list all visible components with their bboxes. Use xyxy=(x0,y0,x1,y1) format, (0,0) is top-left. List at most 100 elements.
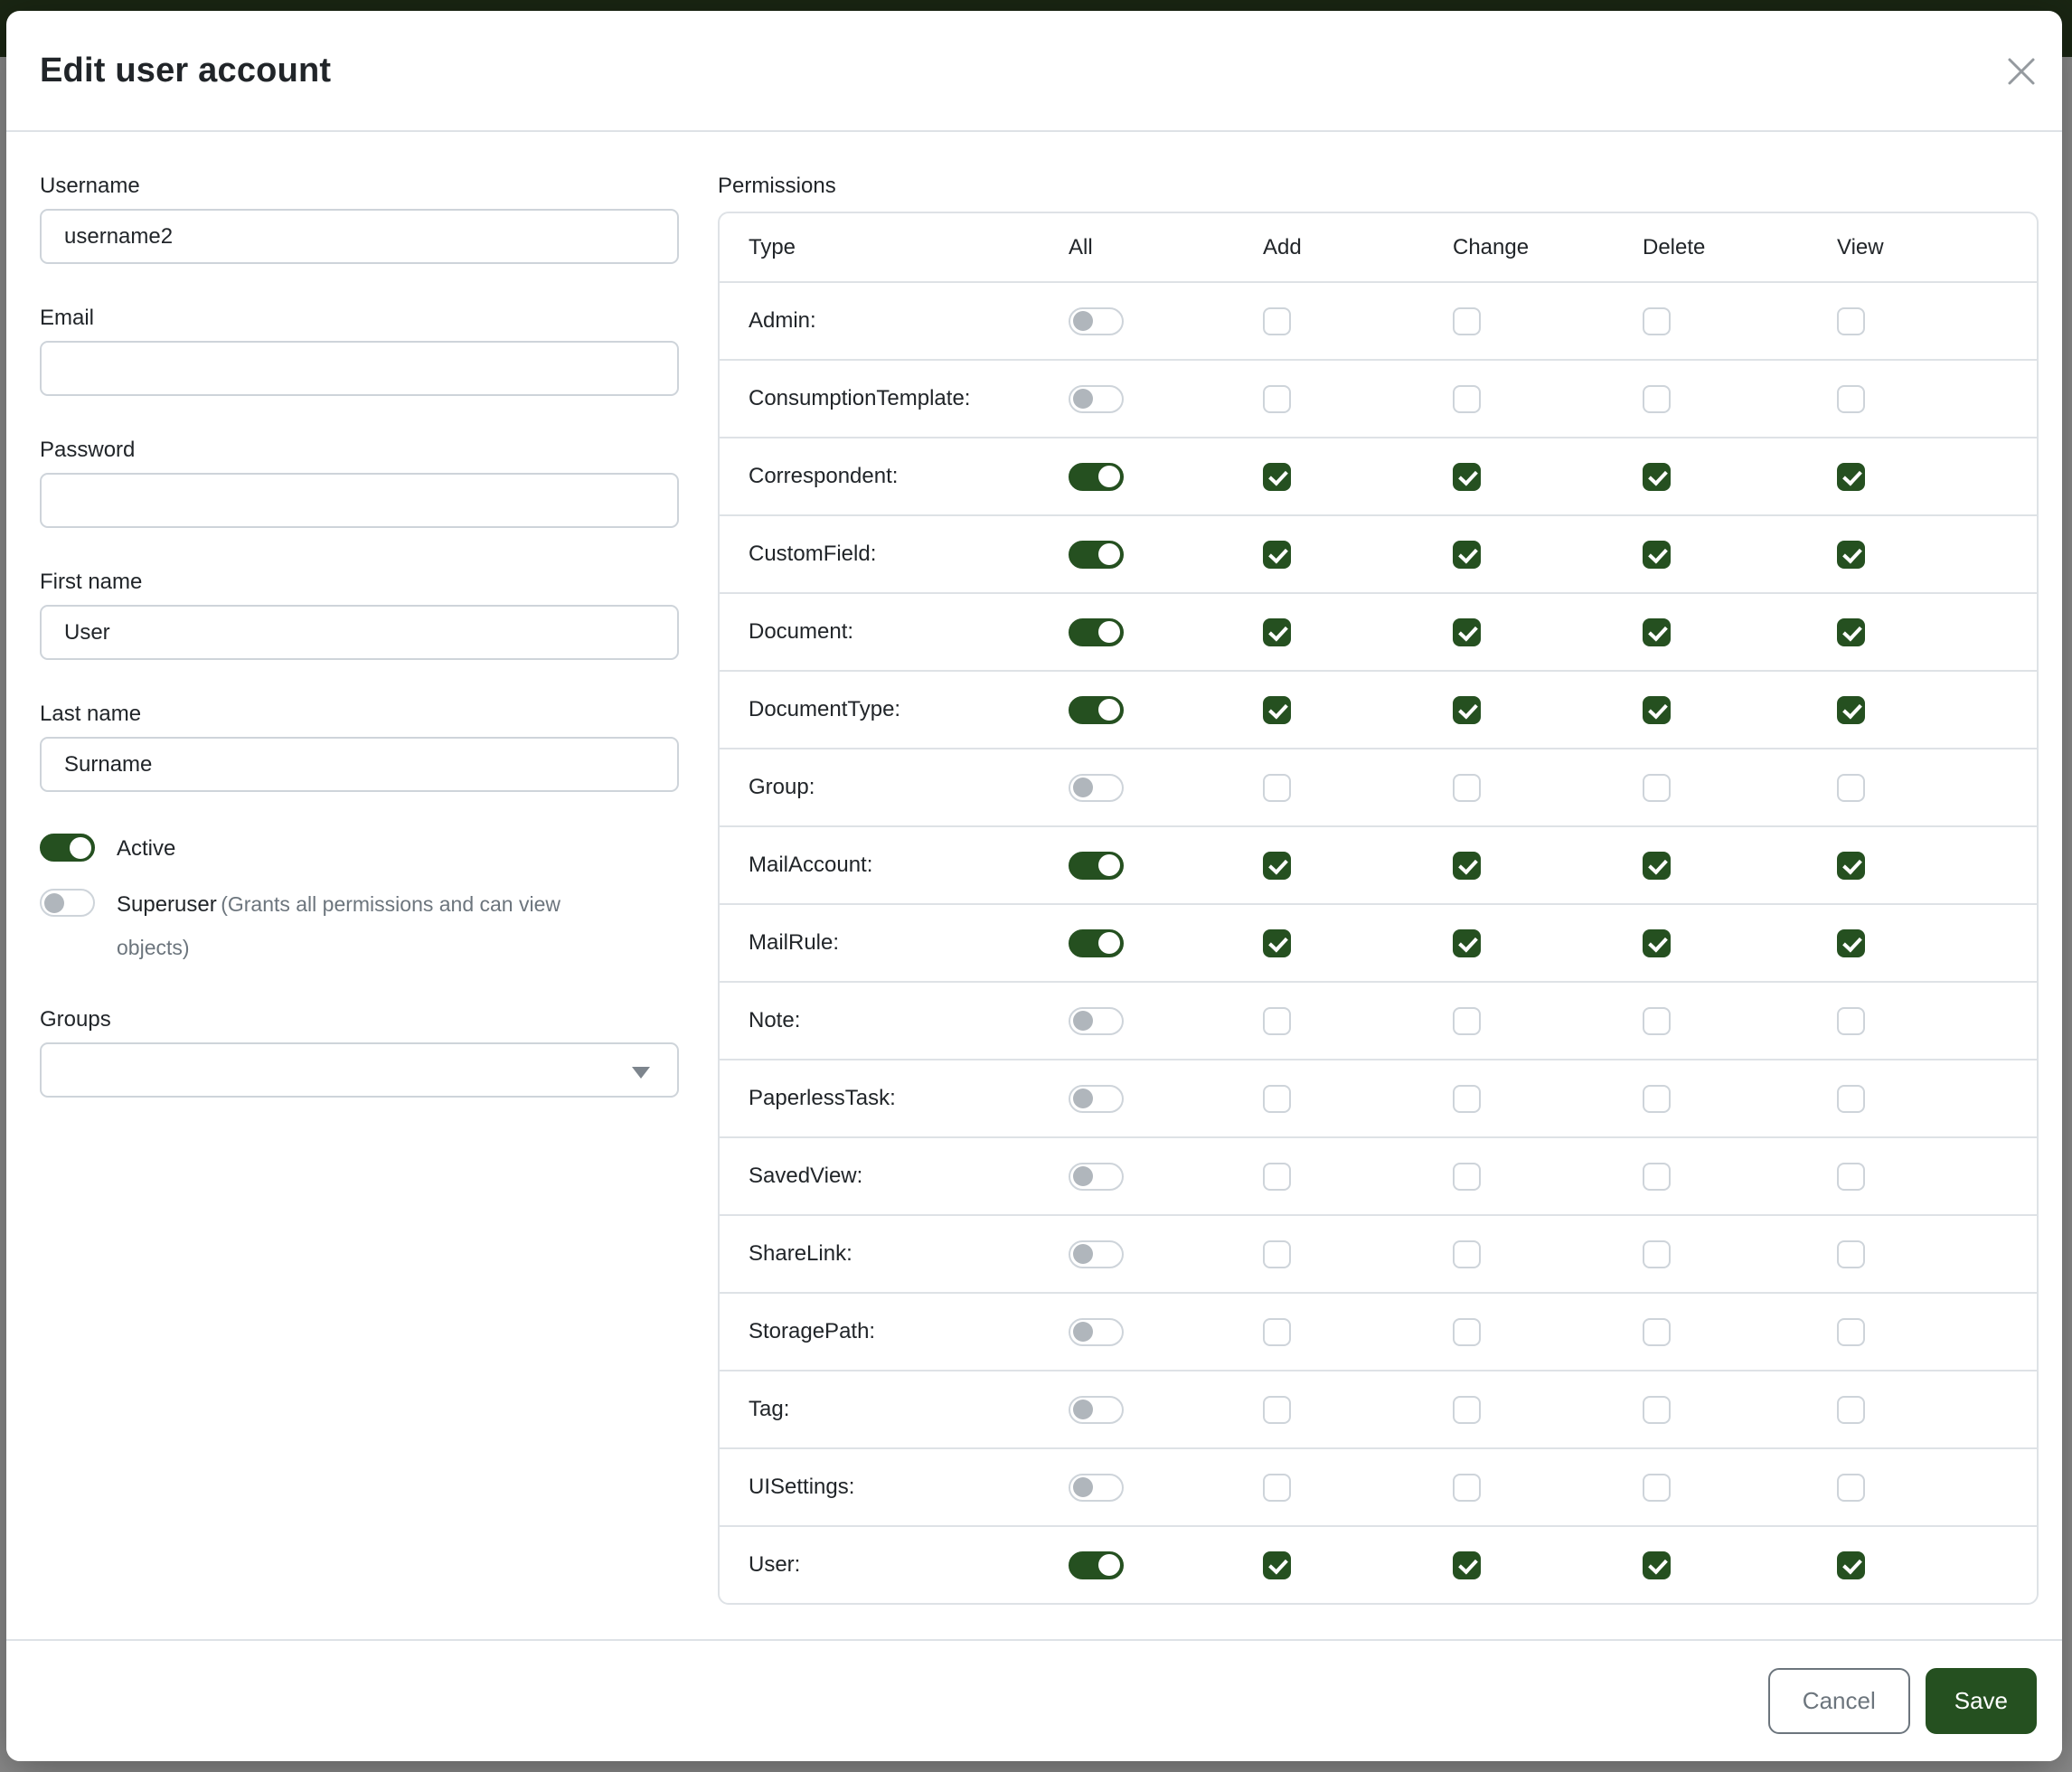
all-toggle[interactable] xyxy=(1069,696,1124,724)
view-checkbox[interactable] xyxy=(1837,307,1865,335)
all-toggle[interactable] xyxy=(1069,1318,1124,1346)
add-checkbox[interactable] xyxy=(1263,1318,1291,1346)
change-checkbox[interactable] xyxy=(1453,1551,1481,1579)
email-field[interactable] xyxy=(40,341,679,396)
delete-checkbox[interactable] xyxy=(1643,618,1671,646)
change-checkbox[interactable] xyxy=(1453,1396,1481,1424)
add-checkbox[interactable] xyxy=(1263,1007,1291,1035)
all-toggle[interactable] xyxy=(1069,929,1124,957)
add-checkbox[interactable] xyxy=(1263,1240,1291,1268)
active-toggle[interactable] xyxy=(40,834,95,862)
delete-checkbox[interactable] xyxy=(1643,385,1671,413)
add-checkbox[interactable] xyxy=(1263,385,1291,413)
all-toggle[interactable] xyxy=(1069,1551,1124,1579)
save-button[interactable]: Save xyxy=(1926,1668,2037,1734)
all-toggle[interactable] xyxy=(1069,307,1124,335)
delete-checkbox[interactable] xyxy=(1643,929,1671,957)
permission-row: MailAccount: xyxy=(720,825,2037,903)
view-checkbox[interactable] xyxy=(1837,929,1865,957)
add-checkbox[interactable] xyxy=(1263,1163,1291,1191)
change-checkbox[interactable] xyxy=(1453,1007,1481,1035)
change-checkbox[interactable] xyxy=(1453,1474,1481,1502)
change-checkbox[interactable] xyxy=(1453,385,1481,413)
email-label: Email xyxy=(40,306,679,331)
password-field[interactable] xyxy=(40,473,679,528)
all-toggle[interactable] xyxy=(1069,618,1124,646)
view-checkbox[interactable] xyxy=(1837,385,1865,413)
add-checkbox[interactable] xyxy=(1263,1474,1291,1502)
view-checkbox[interactable] xyxy=(1837,774,1865,802)
delete-checkbox[interactable] xyxy=(1643,1318,1671,1346)
first-name-field[interactable] xyxy=(40,605,679,660)
add-checkbox[interactable] xyxy=(1263,463,1291,491)
view-checkbox[interactable] xyxy=(1837,1240,1865,1268)
superuser-toggle[interactable] xyxy=(40,889,95,917)
all-toggle[interactable] xyxy=(1069,1474,1124,1502)
delete-checkbox[interactable] xyxy=(1643,696,1671,724)
change-checkbox[interactable] xyxy=(1453,307,1481,335)
delete-checkbox[interactable] xyxy=(1643,1474,1671,1502)
cancel-button[interactable]: Cancel xyxy=(1768,1668,1910,1734)
delete-checkbox[interactable] xyxy=(1643,1085,1671,1113)
view-checkbox[interactable] xyxy=(1837,1007,1865,1035)
add-checkbox[interactable] xyxy=(1263,852,1291,880)
view-checkbox[interactable] xyxy=(1837,618,1865,646)
all-toggle[interactable] xyxy=(1069,774,1124,802)
toggle-knob xyxy=(1073,389,1093,409)
delete-checkbox[interactable] xyxy=(1643,541,1671,569)
view-checkbox[interactable] xyxy=(1837,1551,1865,1579)
delete-checkbox[interactable] xyxy=(1643,1396,1671,1424)
add-checkbox[interactable] xyxy=(1263,1085,1291,1113)
delete-checkbox[interactable] xyxy=(1643,1163,1671,1191)
all-toggle[interactable] xyxy=(1069,852,1124,880)
view-checkbox[interactable] xyxy=(1837,1163,1865,1191)
delete-checkbox[interactable] xyxy=(1643,1007,1671,1035)
permissions-table-body: Admin:ConsumptionTemplate:Correspondent:… xyxy=(720,281,2037,1603)
username-input[interactable] xyxy=(40,209,679,264)
add-checkbox[interactable] xyxy=(1263,618,1291,646)
delete-checkbox[interactable] xyxy=(1643,463,1671,491)
delete-checkbox[interactable] xyxy=(1643,1551,1671,1579)
delete-checkbox[interactable] xyxy=(1643,1240,1671,1268)
add-checkbox[interactable] xyxy=(1263,541,1291,569)
change-checkbox[interactable] xyxy=(1453,1318,1481,1346)
change-checkbox[interactable] xyxy=(1453,852,1481,880)
delete-checkbox[interactable] xyxy=(1643,774,1671,802)
add-checkbox[interactable] xyxy=(1263,929,1291,957)
change-checkbox[interactable] xyxy=(1453,618,1481,646)
view-checkbox[interactable] xyxy=(1837,1474,1865,1502)
change-checkbox[interactable] xyxy=(1453,1240,1481,1268)
all-toggle[interactable] xyxy=(1069,1085,1124,1113)
add-checkbox[interactable] xyxy=(1263,1551,1291,1579)
view-checkbox[interactable] xyxy=(1837,463,1865,491)
delete-checkbox[interactable] xyxy=(1643,852,1671,880)
view-checkbox[interactable] xyxy=(1837,852,1865,880)
all-toggle[interactable] xyxy=(1069,1163,1124,1191)
groups-select[interactable] xyxy=(40,1042,679,1098)
view-checkbox[interactable] xyxy=(1837,541,1865,569)
add-checkbox[interactable] xyxy=(1263,696,1291,724)
all-toggle[interactable] xyxy=(1069,541,1124,569)
last-name-field[interactable] xyxy=(40,737,679,792)
all-toggle[interactable] xyxy=(1069,385,1124,413)
change-checkbox[interactable] xyxy=(1453,774,1481,802)
change-checkbox[interactable] xyxy=(1453,929,1481,957)
delete-checkbox[interactable] xyxy=(1643,307,1671,335)
all-toggle[interactable] xyxy=(1069,1396,1124,1424)
add-checkbox[interactable] xyxy=(1263,774,1291,802)
add-checkbox[interactable] xyxy=(1263,307,1291,335)
change-checkbox[interactable] xyxy=(1453,541,1481,569)
all-toggle[interactable] xyxy=(1069,463,1124,491)
view-checkbox[interactable] xyxy=(1837,1396,1865,1424)
change-checkbox[interactable] xyxy=(1453,463,1481,491)
change-checkbox[interactable] xyxy=(1453,696,1481,724)
all-toggle[interactable] xyxy=(1069,1007,1124,1035)
all-toggle[interactable] xyxy=(1069,1240,1124,1268)
view-checkbox[interactable] xyxy=(1837,1318,1865,1346)
change-checkbox[interactable] xyxy=(1453,1163,1481,1191)
view-checkbox[interactable] xyxy=(1837,696,1865,724)
add-checkbox[interactable] xyxy=(1263,1396,1291,1424)
change-checkbox[interactable] xyxy=(1453,1085,1481,1113)
close-icon[interactable] xyxy=(2006,56,2037,87)
view-checkbox[interactable] xyxy=(1837,1085,1865,1113)
